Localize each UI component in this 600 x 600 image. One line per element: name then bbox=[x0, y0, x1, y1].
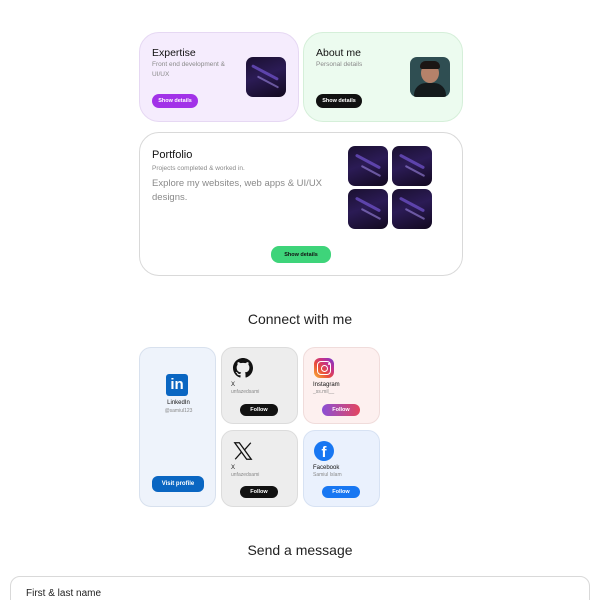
instagram-name: Instagram bbox=[313, 382, 340, 388]
instagram-icon bbox=[314, 358, 334, 378]
github-handle: unfazedsami bbox=[231, 389, 260, 395]
about-card: About me Personal details Show details bbox=[303, 32, 463, 122]
portfolio-thumbnail-4 bbox=[392, 189, 432, 229]
message-heading: Send a message bbox=[247, 542, 353, 558]
name-input[interactable] bbox=[26, 588, 326, 599]
linkedin-icon: in bbox=[166, 374, 188, 396]
portfolio-card: Portfolio Projects completed & worked in… bbox=[139, 132, 463, 276]
expertise-thumbnail bbox=[246, 57, 286, 97]
portfolio-title: Portfolio bbox=[152, 149, 193, 161]
portfolio-subtitle: Projects completed & worked in. bbox=[152, 165, 245, 172]
x-handle: unfazedsami bbox=[231, 472, 260, 478]
about-title: About me bbox=[316, 47, 361, 59]
connect-heading: Connect with me bbox=[247, 311, 353, 327]
about-show-details-button[interactable]: Show details bbox=[316, 94, 362, 108]
linkedin-handle: @samiul123 bbox=[164, 408, 193, 414]
x-name: X bbox=[231, 465, 236, 471]
x-icon bbox=[233, 442, 253, 460]
linkedin-visit-profile-button[interactable]: Visit profile bbox=[152, 476, 204, 492]
portfolio-thumbnail-2 bbox=[392, 146, 432, 186]
portfolio-description: Explore my websites, web apps & UI/UX de… bbox=[152, 178, 323, 203]
facebook-card: f Facebook Samiul Islam Follow bbox=[303, 430, 380, 507]
portfolio-thumbnail-3 bbox=[348, 189, 388, 229]
expertise-subtitle: Front end development & UI/UX bbox=[152, 61, 225, 78]
facebook-follow-button[interactable]: Follow bbox=[322, 486, 360, 498]
github-card: X unfazedsami Follow bbox=[221, 347, 298, 424]
portfolio-thumbnail-1 bbox=[348, 146, 388, 186]
instagram-handle: _ss.mil__ bbox=[313, 389, 335, 395]
github-icon bbox=[233, 358, 253, 378]
instagram-follow-button[interactable]: Follow bbox=[322, 404, 360, 416]
about-subtitle: Personal details bbox=[316, 61, 363, 68]
expertise-title: Expertise bbox=[152, 47, 196, 59]
facebook-icon: f bbox=[314, 441, 334, 461]
expertise-card: Expertise Front end development & UI/UX … bbox=[139, 32, 299, 122]
name-field-container bbox=[10, 576, 590, 600]
github-follow-button[interactable]: Follow bbox=[240, 404, 278, 416]
x-follow-button[interactable]: Follow bbox=[240, 486, 278, 498]
github-name: X bbox=[231, 382, 236, 388]
instagram-card: Instagram _ss.mil__ Follow bbox=[303, 347, 380, 424]
expertise-show-details-button[interactable]: Show details bbox=[152, 94, 198, 108]
profile-photo bbox=[410, 57, 450, 97]
x-card: X unfazedsami Follow bbox=[221, 430, 298, 507]
linkedin-card: in LinkedIn @samiul123 Visit profile bbox=[139, 347, 216, 507]
linkedin-name: LinkedIn bbox=[167, 400, 190, 406]
portfolio-show-details-button[interactable]: Show details bbox=[271, 246, 331, 263]
facebook-handle: Samiul Islam bbox=[313, 472, 342, 478]
facebook-name: Facebook bbox=[313, 465, 340, 471]
